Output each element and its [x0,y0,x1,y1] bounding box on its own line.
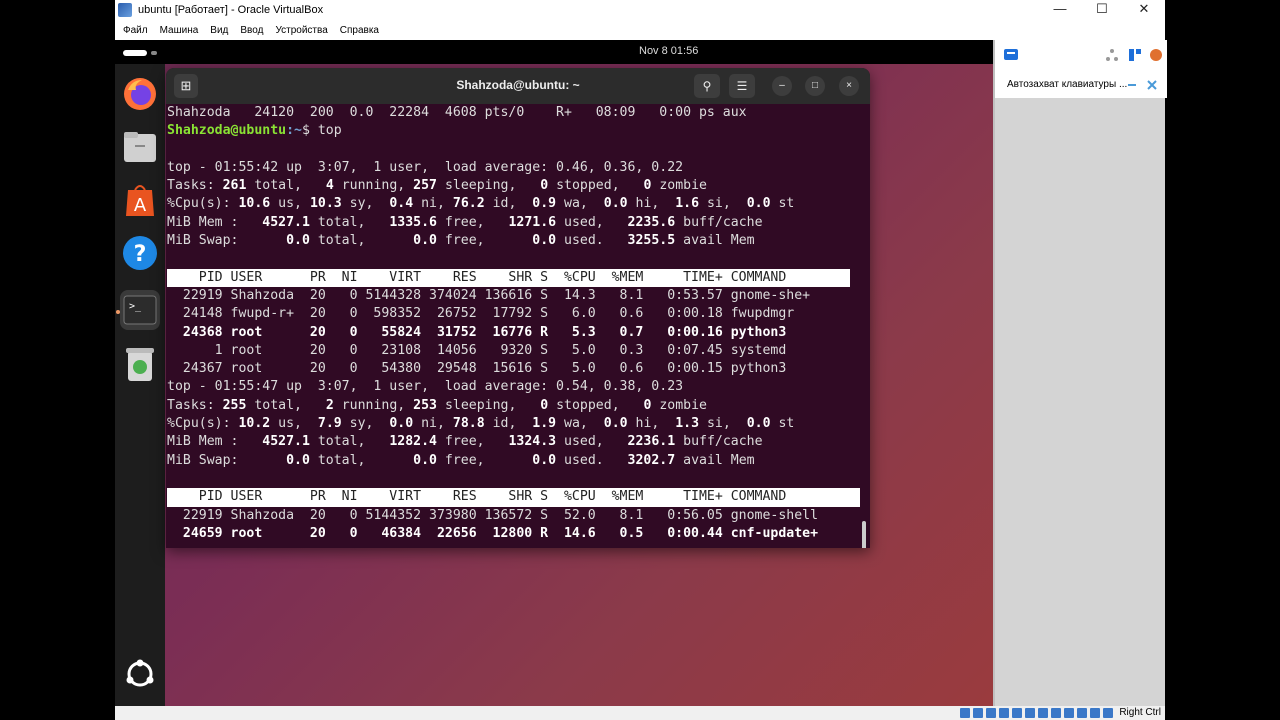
tasks-line: Tasks: 255 total, 2 running, 253 sleepin… [167,397,707,413]
activities-indicator[interactable] [123,50,147,56]
chat-icon[interactable] [1003,48,1019,64]
keyboard-capture-notice: Автозахват клавиатуры ... [995,72,1167,98]
maximize-button[interactable]: ☐ [1081,0,1123,20]
show-apps-icon[interactable] [120,654,160,694]
process-row: 24148 fwupd-r+ 20 0 598352 26752 17792 S… [167,306,795,322]
device-status-icons[interactable] [957,708,1113,718]
host-key-label: Right Ctrl [1119,707,1161,718]
ubuntu-dock: A ? >_ [115,64,165,706]
menu-bar: Файл Машина Вид Ввод Устройства Справка [115,20,1165,40]
keyboard-capture-label: Автозахват клавиатуры ... [1007,79,1128,90]
top-summary-line: top - 01:55:47 up 3:07, 1 user, load ave… [167,379,684,395]
gnome-top-bar: Nov 8 01:56 [115,40,993,64]
trash-icon[interactable] [120,344,160,384]
top-summary-line: top - 01:55:42 up 3:07, 1 user, load ave… [167,159,684,175]
app-center-icon[interactable]: A [120,180,160,220]
process-row: 22919 Shahzoda 20 0 5144352 373980 13657… [167,507,819,523]
cpu-line: %Cpu(s): 10.2 us, 7.9 sy, 0.0 ni, 78.8 i… [167,416,795,432]
svg-text:A: A [134,195,147,216]
panel-icon[interactable] [1128,48,1142,62]
process-row: 1 root 20 0 23108 14056 9320 S 5.0 0.3 0… [167,342,787,358]
menu-view[interactable]: Вид [210,25,228,36]
terminal-header: Shahzoda@ubuntu: ~ ⊞ ⚲ ☰ – □ × [166,68,870,104]
panel-toolbar [995,40,1167,72]
terminal-title: Shahzoda@ubuntu: ~ [456,78,580,92]
mem-line: MiB Mem : 4527.1 total, 1282.4 free, 132… [167,434,763,450]
firefox-icon[interactable] [120,74,160,114]
menu-input[interactable]: Ввод [240,25,263,36]
guest-display[interactable]: Nov 8 01:56 A ? >_ Shahzoda@ubuntu: ~ ⊞ … [115,40,993,706]
clock[interactable]: Nov 8 01:56 [639,45,698,57]
cpu-line: %Cpu(s): 10.6 us, 10.3 sy, 0.4 ni, 76.2 … [167,196,795,212]
scrollbar[interactable] [862,521,866,548]
side-panel: Автозахват клавиатуры ... [993,40,1167,706]
process-table-header: PID USER PR NI VIRT RES SHR S %CPU %MEM … [167,268,850,287]
process-table-header: PID USER PR NI VIRT RES SHR S %CPU %MEM … [167,488,860,507]
hamburger-menu-icon[interactable]: ☰ [729,74,755,98]
terminal-line: Shahzoda 24120 200 0.0 22284 4608 pts/0 … [167,105,747,120]
menu-help[interactable]: Справка [340,25,379,36]
svg-text:?: ? [134,242,147,267]
prompt-line: Shahzoda@ubuntu:~$ top [167,123,342,139]
menu-devices[interactable]: Устройства [275,25,327,36]
process-row: 24659 root 20 0 46384 22656 12800 R 14.6… [167,525,819,541]
dismiss-icon[interactable] [1147,80,1157,90]
terminal-minimize-button[interactable]: – [772,76,792,96]
workspace-indicator[interactable] [151,51,157,55]
close-button[interactable]: ✕ [1123,0,1165,20]
virtualbox-icon [118,3,132,17]
process-row: 24367 root 20 0 54380 29548 15616 S 5.0 … [167,361,787,377]
terminal-maximize-button[interactable]: □ [805,76,825,96]
toggle-icon[interactable] [1127,80,1137,90]
window-title: ubuntu [Работает] - Oracle VirtualBox [138,4,324,16]
process-row: 24368 root 20 0 55824 31752 16776 R 5.3 … [167,324,787,340]
terminal-output[interactable]: Shahzoda 24120 200 0.0 22284 4608 pts/0 … [166,104,870,548]
swap-line: MiB Swap: 0.0 total, 0.0 free, 0.0 used.… [167,233,755,249]
files-icon[interactable] [120,127,160,167]
window-titlebar: ubuntu [Работает] - Oracle VirtualBox — … [115,0,1165,20]
terminal-close-button[interactable]: × [839,76,859,96]
menu-machine[interactable]: Машина [160,25,199,36]
terminal-icon[interactable]: >_ [120,290,160,330]
minimize-button[interactable]: — [1039,0,1081,20]
search-icon[interactable]: ⚲ [694,74,720,98]
process-row: 22919 Shahzoda 20 0 5144328 374024 13661… [167,287,811,303]
terminal-window: Shahzoda@ubuntu: ~ ⊞ ⚲ ☰ – □ × Shahzoda … [166,68,870,548]
virtualbox-window: ubuntu [Работает] - Oracle VirtualBox — … [115,0,1167,720]
status-bar: Right Ctrl [115,706,1165,720]
new-tab-icon[interactable]: ⊞ [174,74,198,98]
swap-line: MiB Swap: 0.0 total, 0.0 free, 0.0 used.… [167,452,755,468]
svg-text:>_: >_ [129,301,142,312]
tasks-line: Tasks: 261 total, 4 running, 257 sleepin… [167,178,707,194]
mem-line: MiB Mem : 4527.1 total, 1335.6 free, 127… [167,214,763,230]
help-icon[interactable]: ? [120,233,160,273]
network-icon[interactable] [1105,48,1119,62]
settings-icon[interactable] [1149,48,1163,62]
menu-file[interactable]: Файл [123,25,148,36]
